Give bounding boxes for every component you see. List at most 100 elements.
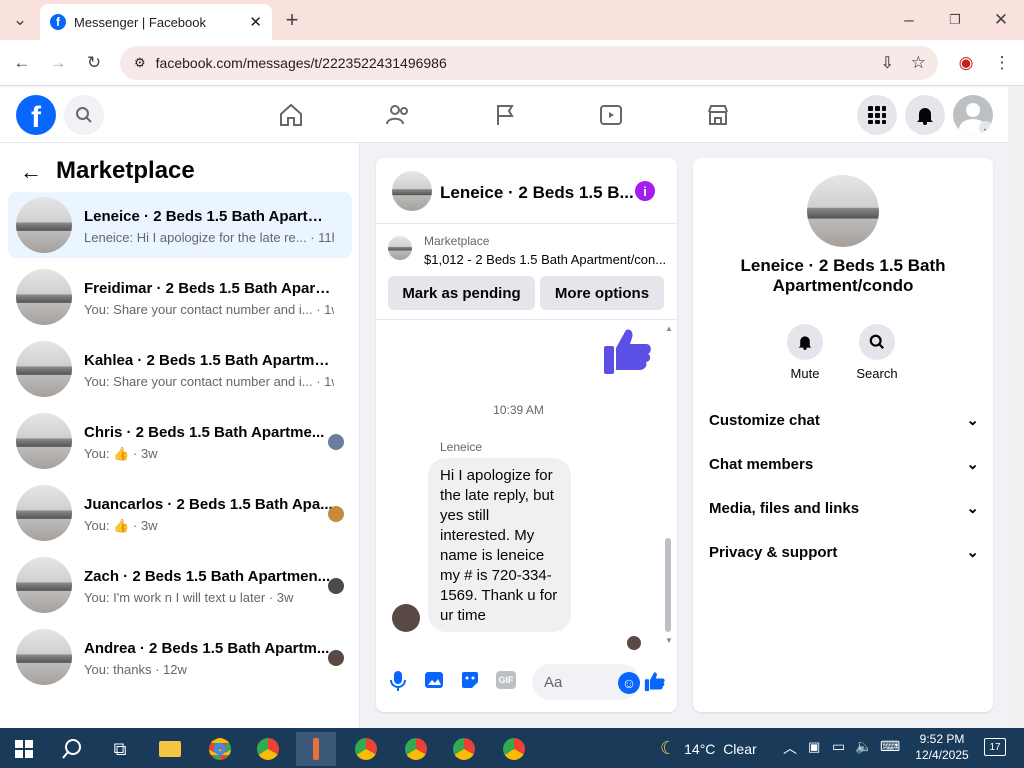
file-explorer-icon[interactable]: [150, 732, 190, 766]
tab-search-icon[interactable]: ⌄: [6, 6, 34, 34]
page-title: Marketplace: [56, 157, 195, 184]
search-icon: [859, 324, 895, 360]
facebook-logo-icon[interactable]: f: [16, 95, 56, 135]
seen-avatar: [328, 434, 344, 450]
reload-icon[interactable]: ↻: [80, 49, 108, 77]
new-tab-icon[interactable]: +: [278, 6, 306, 34]
section-label: Media, files and links: [709, 499, 860, 517]
moon-icon: ☾: [660, 738, 677, 758]
chat-title: Leneice · 2 Beds 1.5 B...: [440, 183, 634, 202]
friends-icon[interactable]: [378, 97, 418, 133]
conversation-title: Freidimar · 2 Beds 1.5 Bath Apartm...: [84, 280, 334, 297]
privacy-support-section[interactable]: Privacy & support ⌄: [709, 536, 979, 568]
chrome-icon[interactable]: [346, 732, 386, 766]
meet-icon[interactable]: ▣: [808, 739, 820, 755]
mark-as-pending-button[interactable]: Mark as pending: [388, 276, 535, 310]
message-input[interactable]: Aa ☺: [532, 664, 640, 700]
active-app-icon[interactable]: [296, 732, 336, 766]
chat-members-section[interactable]: Chat members ⌄: [709, 448, 979, 480]
site-info-icon[interactable]: ⚙: [134, 55, 146, 71]
customize-chat-section[interactable]: Customize chat ⌄: [709, 404, 979, 436]
listing-banner[interactable]: Marketplace $1,012 - 2 Beds 1.5 Bath Apa…: [376, 224, 677, 320]
photo-icon[interactable]: [424, 670, 444, 695]
profile-icon[interactable]: ◉: [952, 49, 980, 77]
clock[interactable]: 9:52 PM 12/4/2025: [912, 731, 972, 763]
account-chevron-icon[interactable]: ⌄: [979, 121, 993, 135]
close-tab-icon[interactable]: ✕: [249, 13, 262, 31]
notification-center-icon[interactable]: 17: [984, 738, 1006, 756]
window-close-icon[interactable]: ✕: [987, 6, 1015, 34]
thumbs-up-sticker: [602, 324, 654, 381]
seen-avatar: [328, 578, 344, 594]
url-field[interactable]: ⚙ facebook.com/messages/t/22235224314969…: [120, 46, 938, 80]
chat-header[interactable]: Leneice · 2 Beds 1.5 B... i: [376, 158, 677, 224]
conversation-row[interactable]: Zach · 2 Beds 1.5 Bath Apartmen... You: …: [8, 552, 352, 618]
bookmark-star-icon[interactable]: ☆: [911, 53, 926, 73]
forward-icon[interactable]: →: [44, 49, 72, 77]
search-icon[interactable]: [64, 95, 104, 135]
weather-widget[interactable]: ☾ 14°C Clear: [660, 738, 757, 759]
chrome-icon[interactable]: [444, 732, 484, 766]
listing-price: $1,012 - 2 Beds 1.5 Bath Apartment/con..…: [424, 252, 667, 267]
windows-start-icon[interactable]: [4, 732, 44, 766]
send-like-icon[interactable]: [644, 670, 666, 697]
browser-tab[interactable]: f Messenger | Facebook ✕: [40, 4, 272, 40]
conversation-row[interactable]: Juancarlos · 2 Beds 1.5 Bath Apa... You:…: [8, 480, 352, 546]
notification-count: 17: [989, 741, 1001, 753]
conversation-title: Zach · 2 Beds 1.5 Bath Apartmen...: [84, 568, 331, 585]
minimize-icon[interactable]: –: [895, 6, 923, 34]
conversation-row[interactable]: Leneice · 2 Beds 1.5 Bath Apartme... Len…: [8, 192, 352, 258]
conversation-preview: You:: [84, 446, 110, 461]
search-conversation-button[interactable]: Search: [853, 324, 901, 381]
mute-button[interactable]: Mute: [781, 324, 829, 381]
listing-thumbnail: [16, 197, 72, 253]
media-files-links-section[interactable]: Media, files and links ⌄: [709, 492, 979, 524]
microphone-icon[interactable]: [388, 670, 408, 697]
emoji-icon[interactable]: ☺: [618, 672, 640, 694]
conversation-time: · 11h: [310, 230, 334, 245]
listing-thumbnail: [16, 629, 72, 685]
bell-icon: [787, 324, 823, 360]
page-scrollbar[interactable]: [1008, 87, 1024, 728]
conversation-row[interactable]: Chris · 2 Beds 1.5 Bath Apartme... You: …: [8, 408, 352, 474]
back-icon[interactable]: ←: [8, 49, 36, 77]
restore-icon[interactable]: ❐: [941, 6, 969, 34]
chat-scrollbar[interactable]: ▲ ▼: [663, 324, 673, 648]
task-view-icon[interactable]: ⧉: [100, 732, 140, 766]
notifications-bell-icon[interactable]: [905, 95, 945, 135]
back-arrow-icon[interactable]: ←: [20, 159, 42, 185]
sticker-icon[interactable]: [460, 670, 480, 695]
video-icon[interactable]: [591, 97, 631, 133]
info-icon[interactable]: i: [635, 181, 655, 201]
profile-name: Leneice · 2 Beds 1.5 Bath Apartment/cond…: [740, 256, 946, 295]
marketplace-icon[interactable]: [698, 97, 738, 133]
chrome-icon[interactable]: [494, 732, 534, 766]
chrome-icon[interactable]: [200, 732, 240, 766]
facebook-top-nav: f ⌄: [0, 87, 1008, 143]
menu-grid-icon[interactable]: [857, 95, 897, 135]
conversation-row[interactable]: Kahlea · 2 Beds 1.5 Bath Apartmen... You…: [8, 336, 352, 402]
conversation-row[interactable]: Andrea · 2 Beds 1.5 Bath Apartm... You: …: [8, 624, 352, 690]
keyboard-icon[interactable]: ⌨: [880, 738, 900, 755]
message-bubble[interactable]: Hi I apologize for the late reply, but y…: [428, 458, 571, 632]
taskbar-search-icon[interactable]: [52, 732, 92, 766]
facebook-favicon-icon: f: [50, 14, 66, 30]
home-icon[interactable]: [271, 97, 311, 133]
gif-icon[interactable]: GIF: [496, 671, 516, 689]
tray-chevron-icon[interactable]: ︿: [783, 738, 797, 758]
conversation-row[interactable]: Freidimar · 2 Beds 1.5 Bath Apartm... Yo…: [8, 264, 352, 330]
network-icon[interactable]: ▭: [832, 738, 845, 755]
pages-flag-icon[interactable]: [485, 97, 525, 133]
listing-mini-thumbnail: [388, 236, 412, 260]
conversation-title: Andrea · 2 Beds 1.5 Bath Apartm...: [84, 640, 330, 657]
account-avatar[interactable]: ⌄: [953, 95, 993, 135]
menu-kebab-icon[interactable]: ⋮: [988, 49, 1016, 77]
volume-icon[interactable]: 🔈: [855, 738, 872, 755]
install-app-icon[interactable]: ⇩: [881, 53, 894, 73]
chrome-icon[interactable]: [248, 732, 288, 766]
more-options-button[interactable]: More options: [540, 276, 664, 310]
message-timestamp: 10:39 AM: [493, 403, 544, 417]
seen-avatar: [328, 650, 344, 666]
chrome-icon[interactable]: [396, 732, 436, 766]
scroll-thumb[interactable]: [665, 538, 671, 632]
